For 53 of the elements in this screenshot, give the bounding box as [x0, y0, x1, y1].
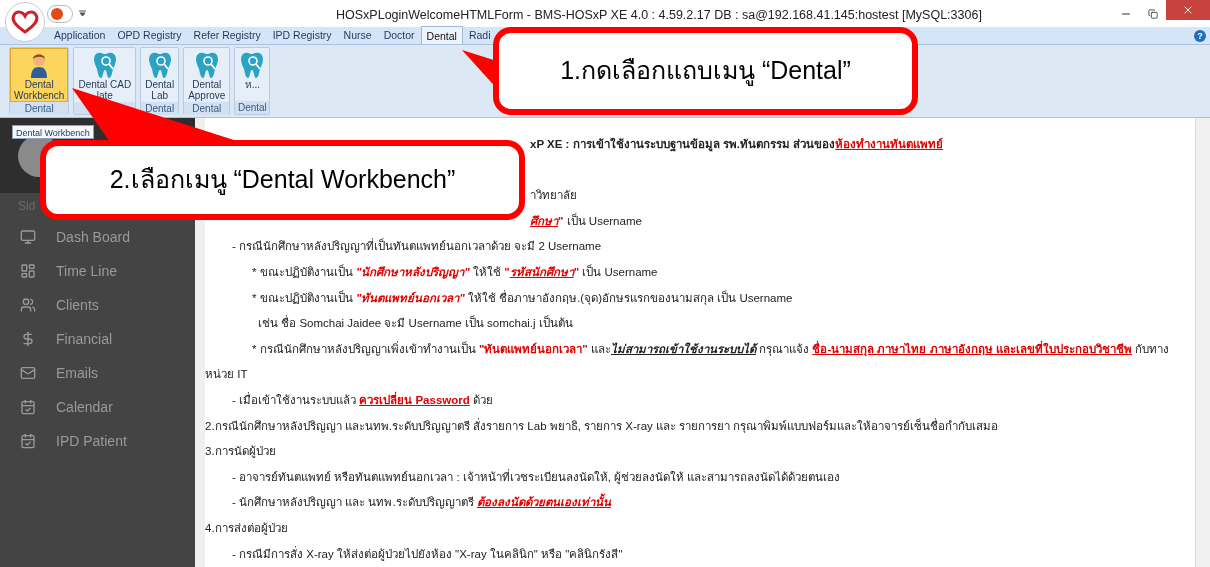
link[interactable]: ควรเปลี่ยน Password [359, 393, 470, 406]
content-line: - กรณีมีการสั่ง X-ray ให้ส่งต่อผู้ป่วยไปยังห้อง "X-ray ในคลินิก" หรือ "คลินิกรังสี" [231, 545, 624, 563]
link[interactable]: ห้องทำงานทันตแพทย์ [835, 138, 944, 150]
content-line: - นักศึกษาหลังปริญญา และ นทพ.ระดับปริญญาตรี ต้องลงนัดด้วยตนเองเท่านั้น [205, 490, 1210, 516]
ribbon-tab[interactable]: Nurse [337, 26, 378, 44]
content-line: - กรณีนักศึกษาหลังปริญญาที่เป็นทันตแพทย์นอกเวลาด้วย จะมี 2 Username [231, 237, 603, 255]
tooltip: Dental Workbench [12, 125, 94, 139]
tooth-icon [91, 51, 118, 79]
ribbon-tab[interactable]: Doctor [377, 26, 421, 44]
ribbon-button[interactable]: Dental Workbench [10, 48, 69, 102]
callout: 1.กดเลือกแถบเมนู “Dental” [493, 27, 918, 115]
group-label: Dental [184, 102, 230, 115]
sidebar-item[interactable]: Dash Board [0, 220, 195, 254]
content-line: าวิทยาลัย [529, 188, 578, 204]
ribbon-tab[interactable]: Dental [420, 26, 463, 44]
dollar-icon [20, 331, 36, 347]
monitor-icon [20, 229, 36, 245]
app-logo[interactable] [5, 2, 45, 42]
group-label: Dental [235, 101, 270, 114]
link[interactable]: ชื่อ-นามสกุล ภาษาไทย ภาษาอังกฤษ และเลขที่ใบประกอบวิชาชีพ [812, 342, 1132, 355]
content-line: * ขณะปฏิบัติงานเป็น "ทันตแพทย์นอกเวลา" ให้ใช้ ชื่อภาษาอังกฤษ.(จุด)อักษรแรกของนามสกุล เป็น Username [251, 289, 794, 307]
ribbon-tab[interactable]: Application [48, 26, 112, 44]
users-icon [20, 297, 36, 313]
dropdown-icon[interactable] [79, 10, 86, 17]
tooth-icon [146, 51, 173, 79]
content-line: 3.การนัดผู้ป่วย [205, 444, 277, 460]
ribbon-tab[interactable]: Refer Registry [187, 26, 267, 44]
restore-icon[interactable] [1148, 8, 1158, 19]
tooth-icon [193, 51, 220, 79]
ribbon-tab[interactable]: IPD Registry [266, 26, 338, 44]
callout: 2.เลือกเมนู “Dental Workbench” [40, 140, 525, 220]
content-line: ศึกษา" เป็น Username [529, 212, 643, 229]
close-icon [1182, 4, 1194, 16]
ribbon-tab[interactable]: OPD Registry [111, 26, 188, 44]
group-label: Dental [10, 102, 69, 115]
group-label: Dental [141, 102, 179, 115]
grid-icon [20, 263, 36, 279]
calendar-icon [20, 433, 36, 449]
ribbon-button[interactable]: Dental Lab [141, 48, 179, 102]
tooth-icon [239, 51, 266, 79]
scrollbar[interactable] [1195, 118, 1210, 567]
content-line: หน่วย IT [205, 367, 249, 383]
window-title: HOSxPLoginWelcomeHTMLForm - BMS-HOSxP XE 4.0 : 4.59.2.17 DB : sa@192.168.41.145:hostest [MySQL:3306] [336, 7, 982, 24]
content-line: 4.การส่งต่อผู้ป่วย [205, 520, 289, 537]
content-line: 2.กรณีนักศึกษาหลังปริญญา และนทพ.ระดับปริญญาตรี สั่งรายการ Lab พยาธิ, รายการ X-ray และ รายการยา กรุณาพิมพ์แบบฟอร์มและให้อาจารย์เซ็นชื่อกำกับเสมอ [205, 417, 1000, 435]
content-line: - อาจารย์ทันตแพทย์ หรือทันตแพทย์นอกเวลา : เจ้าหน้าที่เวชระเบียนลงนัดให้, ผู้ช่วยลงนัดให้ และสามารถลงนัดได้ด้วยตนเอง [231, 468, 842, 486]
content-line: * ขณะปฏิบัติงานเป็น "นักศึกษาหลังปริญญา" ให้ใช้ "รหัสนักศึกษา" เป็น Username [251, 263, 659, 281]
ribbon-button[interactable]: Dental Approve [184, 48, 230, 102]
calendar-icon [20, 399, 36, 415]
help-button[interactable]: ? [1194, 30, 1206, 42]
ribbon-button[interactable]: ห... [235, 48, 270, 101]
mail-icon [20, 365, 36, 381]
content-line: เช่น ชื่อ Somchai Jaidee จะมี Username เป็น somchai.j เป็นต้น [257, 314, 574, 332]
